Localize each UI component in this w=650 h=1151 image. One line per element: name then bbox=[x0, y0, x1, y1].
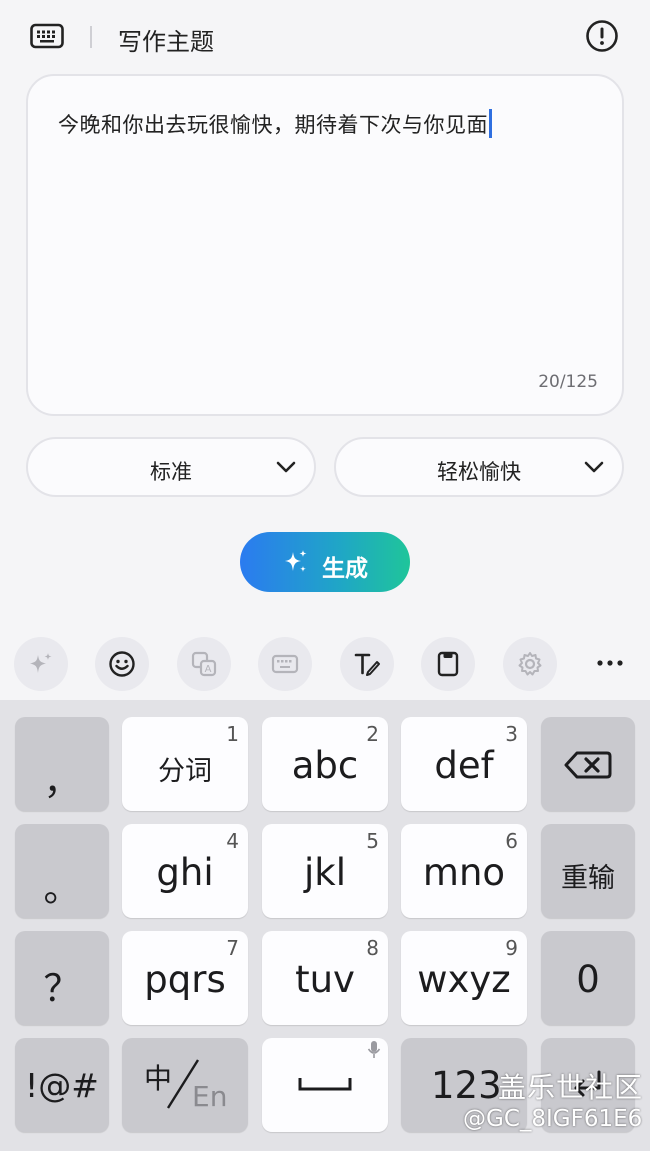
header-divider bbox=[90, 26, 92, 48]
key-1-label: 分词 bbox=[158, 756, 212, 787]
settings-icon bbox=[518, 652, 542, 676]
symbols-key[interactable]: !@# bbox=[15, 1038, 109, 1132]
lang-en-label: En bbox=[192, 1080, 228, 1113]
key-4-label: ghi bbox=[156, 851, 214, 894]
key-6[interactable]: 6 mno bbox=[401, 824, 527, 918]
clipboard-button[interactable] bbox=[421, 637, 475, 691]
key-9[interactable]: 9 wxyz bbox=[401, 931, 527, 1025]
key-9-number: 9 bbox=[505, 936, 518, 960]
key-1[interactable]: 1 分词 bbox=[122, 717, 248, 811]
key-6-label: mno bbox=[422, 851, 506, 894]
key-0-label: 0 bbox=[576, 958, 600, 1001]
text-cursor bbox=[489, 109, 492, 138]
key-7-number: 7 bbox=[226, 936, 239, 960]
key-1-number: 1 bbox=[226, 722, 239, 746]
key-question-label: ？ bbox=[43, 967, 81, 1010]
chevron-down-icon bbox=[276, 461, 296, 473]
key-7-label: pqrs bbox=[144, 958, 226, 1001]
key-period[interactable]: 。 bbox=[15, 824, 109, 918]
key-5-number: 5 bbox=[366, 829, 379, 853]
tone-select-value: 轻松愉快 bbox=[437, 460, 521, 484]
key-3-number: 3 bbox=[505, 722, 518, 746]
char-counter: 20/125 bbox=[538, 372, 598, 392]
key-9-label: wxyz bbox=[417, 958, 511, 1001]
handwriting-button[interactable] bbox=[340, 637, 394, 691]
key-7[interactable]: 7 pqrs bbox=[122, 931, 248, 1025]
backspace-icon bbox=[564, 751, 612, 779]
clipboard-icon bbox=[437, 651, 459, 677]
chevron-down-icon bbox=[584, 461, 604, 473]
key-comma-label: ， bbox=[43, 760, 81, 803]
key-comma[interactable]: ， bbox=[15, 717, 109, 811]
ai-sparkle-icon bbox=[30, 653, 52, 673]
key-period-label: 。 bbox=[43, 867, 81, 910]
reenter-label: 重输 bbox=[561, 863, 615, 894]
key-question[interactable]: ？ bbox=[15, 931, 109, 1025]
key-3-label: def bbox=[434, 744, 494, 787]
translate-button[interactable]: A bbox=[177, 637, 231, 691]
length-select-value: 标准 bbox=[150, 460, 192, 484]
key-6-number: 6 bbox=[505, 829, 518, 853]
key-3[interactable]: 3 def bbox=[401, 717, 527, 811]
emoji-icon bbox=[109, 651, 135, 677]
space-key[interactable] bbox=[262, 1038, 388, 1132]
generate-label: 生成 bbox=[322, 556, 368, 582]
more-icon[interactable] bbox=[592, 650, 628, 676]
key-4[interactable]: 4 ghi bbox=[122, 824, 248, 918]
svg-text:A: A bbox=[205, 664, 212, 675]
handwriting-icon bbox=[354, 653, 380, 676]
key-5-label: jkl bbox=[304, 851, 346, 894]
language-switch-key[interactable]: 中 En bbox=[122, 1038, 248, 1132]
reenter-key[interactable]: 重输 bbox=[541, 824, 635, 918]
generate-button[interactable]: 生成 bbox=[240, 532, 410, 592]
ai-sparkle-button[interactable] bbox=[14, 637, 68, 691]
topic-text: 今晚和你出去玩很愉快，期待着下次与你见面 bbox=[58, 109, 492, 139]
header-bar: 写作主题 bbox=[0, 0, 650, 75]
key-4-number: 4 bbox=[226, 829, 239, 853]
key-8-label: tuv bbox=[295, 958, 355, 1001]
keyboard-toolbar: A bbox=[0, 630, 650, 700]
key-2-label: abc bbox=[291, 744, 359, 787]
microphone-icon bbox=[367, 1041, 381, 1058]
backspace-key[interactable] bbox=[541, 717, 635, 811]
settings-button[interactable] bbox=[503, 637, 557, 691]
topic-text-value: 今晚和你出去玩很愉快，期待着下次与你见面 bbox=[58, 113, 488, 137]
watermark-line1: 盖乐世社区 bbox=[498, 1071, 644, 1104]
translate-icon: A bbox=[191, 651, 217, 677]
keyboard-layout-button[interactable] bbox=[258, 637, 312, 691]
topic-text-area[interactable]: 今晚和你出去玩很愉快，期待着下次与你见面 20/125 bbox=[26, 74, 624, 416]
page-title: 写作主题 bbox=[118, 28, 214, 56]
watermark-line2: @GC_8IGF61E6 bbox=[463, 1106, 643, 1132]
key-8-number: 8 bbox=[366, 936, 379, 960]
number-mode-label: 123 bbox=[431, 1064, 502, 1107]
keyboard-icon[interactable] bbox=[30, 22, 64, 50]
emoji-button[interactable] bbox=[95, 637, 149, 691]
key-2-number: 2 bbox=[366, 722, 379, 746]
key-0[interactable]: 0 bbox=[541, 931, 635, 1025]
key-8[interactable]: 8 tuv bbox=[262, 931, 388, 1025]
key-5[interactable]: 5 jkl bbox=[262, 824, 388, 918]
space-bar-icon bbox=[298, 1078, 352, 1091]
keyboard-layout-icon bbox=[271, 654, 299, 674]
key-2[interactable]: 2 abc bbox=[262, 717, 388, 811]
sparkle-icon bbox=[285, 550, 307, 572]
info-icon[interactable] bbox=[585, 19, 619, 53]
tone-select[interactable]: 轻松愉快 bbox=[334, 437, 624, 497]
symbols-label: !@# bbox=[25, 1066, 99, 1105]
length-select[interactable]: 标准 bbox=[26, 437, 316, 497]
writing-assistant: 写作主题 今晚和你出去玩很愉快，期待着下次与你见面 20/125 标准 轻松愉快… bbox=[0, 0, 650, 1151]
